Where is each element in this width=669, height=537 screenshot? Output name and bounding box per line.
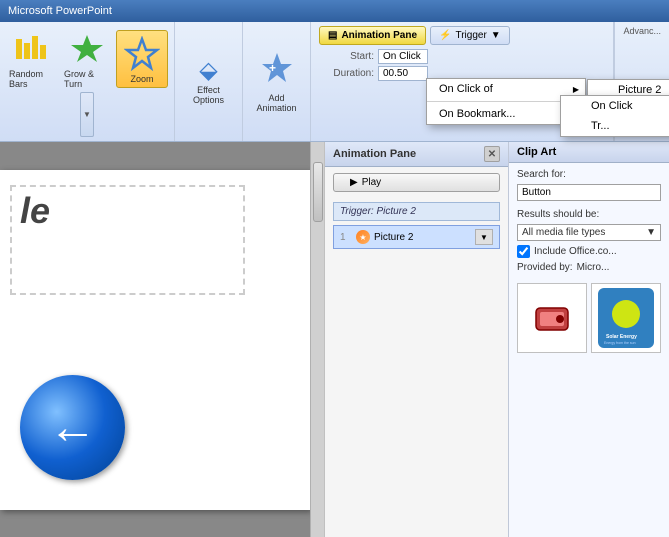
start-value[interactable]: On Click [378, 49, 428, 64]
anim-effect-icon: ★ [356, 230, 370, 244]
zoom-icon [122, 34, 162, 74]
provided-row: Provided by: Micro... [517, 262, 661, 273]
grow-turn-button[interactable]: Grow & Turn [61, 26, 113, 92]
animation-pane-header: Animation Pane ✕ [325, 142, 508, 167]
animation-pane-sidebar: Animation Pane ✕ ▶ Play Trigger: Picture… [324, 142, 508, 537]
play-button[interactable]: ▶ Play [333, 173, 500, 192]
slide-title: le [20, 190, 50, 232]
start-label: Start: [319, 51, 374, 62]
start-on-click-label: On Click [591, 100, 633, 112]
clip-art-item-2[interactable]: Solar Energy Energy from the sun [591, 283, 661, 353]
back-button-circle: ← [20, 375, 125, 480]
clip-art-item-1[interactable] [517, 283, 587, 353]
trigger-icon: ⚡ [439, 30, 451, 41]
anim-label: Picture 2 [374, 232, 413, 243]
include-label: Include Office.co... [534, 246, 617, 257]
animation-pane-toggle-button[interactable]: ▤ Animation Pane [319, 26, 426, 45]
effect-options-icon: ⬙ [199, 56, 217, 85]
animation-item[interactable]: 1 ★ Picture 2 ▼ [333, 225, 500, 249]
clip-search-section: Search for: Results should be: All media… [509, 163, 669, 279]
duration-value[interactable]: 00.50 [378, 66, 428, 81]
start-timing-dropdown: On Click Tr... [560, 95, 669, 137]
animation-pane-close-button[interactable]: ✕ [484, 146, 500, 162]
trigger-line: Trigger: Picture 2 [333, 202, 500, 221]
slide-area: le ← [0, 142, 310, 537]
svg-text:Energy from the sun: Energy from the sun [604, 341, 636, 345]
add-animation-icon: + [259, 50, 295, 93]
include-row: Include Office.co... [517, 245, 661, 258]
search-for-label: Search for: [517, 169, 661, 180]
results-should-be-label: Results should be: [517, 209, 661, 220]
trigger-button[interactable]: ⚡ Trigger ▼ [430, 26, 510, 45]
trigger-button-label: Trigger [455, 30, 486, 41]
animations-row: Random Bars Grow & Turn Zoom [6, 26, 168, 92]
back-button[interactable]: ← [20, 375, 125, 480]
include-checkbox[interactable] [517, 245, 530, 258]
duration-label: Duration: [319, 68, 374, 79]
clip-results-grid: Solar Energy Energy from the sun [509, 279, 669, 537]
grow-turn-label: Grow & Turn [64, 69, 110, 89]
random-bars-button[interactable]: Random Bars [6, 26, 58, 92]
clip-art-panel: Clip Art Search for: Results should be: … [508, 142, 669, 537]
anim-item-dropdown[interactable]: ▼ [475, 229, 493, 245]
start-tr-label: Tr... [591, 120, 610, 132]
animation-pane-icon: ▤ [328, 30, 337, 41]
timing-section: Start: On Click Duration: 00.50 [319, 49, 605, 81]
scrollbar-thumb [313, 162, 323, 222]
clip-art-title: Clip Art [509, 142, 669, 163]
provided-by-value: Micro... [577, 262, 610, 273]
slide-scroll-area: le ← [0, 142, 324, 537]
advance-label: Advanc... [623, 26, 661, 36]
trigger-dropdown-arrow: ▼ [491, 30, 501, 41]
animations-dropdown[interactable]: ▼ [80, 92, 94, 137]
animation-pane-title: Animation Pane [333, 148, 416, 160]
random-bars-icon [12, 29, 52, 69]
main-content: le ← Animation Pane ✕ ▶ Play Trigger: Pi… [0, 142, 669, 537]
start-row: Start: On Click [319, 49, 605, 64]
title-bar: Microsoft PowerPoint [0, 0, 669, 22]
grow-turn-icon [67, 29, 107, 69]
search-input[interactable] [517, 184, 661, 201]
start-on-click-option[interactable]: On Click [561, 96, 669, 116]
zoom-button[interactable]: Zoom [116, 30, 168, 88]
on-bookmark-label: On Bookmark... [439, 108, 515, 120]
results-type-dropdown[interactable]: All media file types ▼ [517, 224, 661, 241]
random-bars-label: Random Bars [9, 69, 55, 89]
add-animation-button[interactable]: + Add Animation [249, 46, 304, 117]
add-animation-label: Add Animation [253, 93, 300, 113]
pane-trigger-row: ▤ Animation Pane ⚡ Trigger ▼ [319, 26, 605, 45]
start-tr-option[interactable]: Tr... [561, 116, 669, 136]
slide-canvas: le ← [0, 170, 310, 510]
svg-text:Solar Energy: Solar Energy [606, 334, 637, 340]
provided-by-label: Provided by: [517, 262, 573, 273]
effect-options-group: ⬙ Effect Options [175, 22, 243, 141]
play-icon: ▶ [350, 177, 358, 188]
anim-number: 1 [340, 232, 352, 243]
effect-options-button[interactable]: ⬙ Effect Options [181, 52, 236, 109]
slide-scrollbar[interactable] [310, 142, 324, 537]
title-bar-label: Microsoft PowerPoint [8, 5, 112, 17]
effect-options-label: Effect Options [185, 85, 232, 105]
zoom-label: Zoom [130, 74, 153, 84]
play-label: Play [362, 177, 381, 188]
on-click-of-label: On Click of [439, 83, 493, 95]
back-arrow-icon: ← [49, 400, 97, 455]
animations-group: Random Bars Grow & Turn Zoom [0, 22, 175, 141]
add-animation-group: + Add Animation [243, 22, 311, 141]
animation-pane-button-label: Animation Pane [341, 30, 417, 41]
svg-text:+: + [269, 61, 276, 75]
results-type-arrow: ▼ [646, 227, 656, 238]
results-type-value: All media file types [522, 227, 605, 238]
